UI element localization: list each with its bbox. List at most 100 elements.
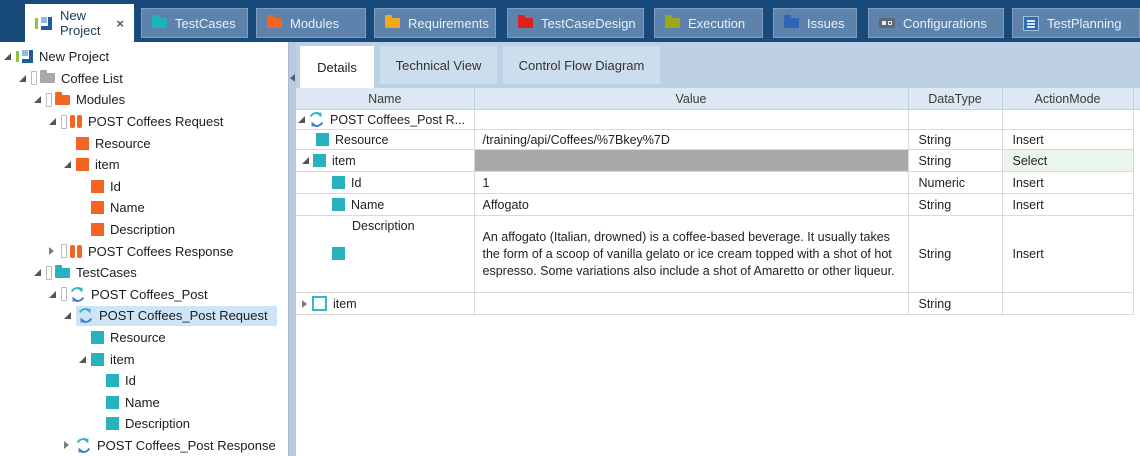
expander-open-icon[interactable] [49, 291, 56, 298]
expander-closed-icon[interactable] [49, 247, 54, 255]
cell-datatype[interactable]: String [909, 133, 1002, 147]
folder-icon [784, 18, 799, 28]
module-icon [70, 245, 82, 258]
cell-value[interactable]: /training/api/Coffees/%7Bkey%7D [475, 133, 908, 147]
expander-open-icon[interactable] [302, 157, 309, 164]
folder-icon [55, 95, 70, 105]
tree-item-resource[interactable]: Resource [0, 132, 288, 154]
tab-label: Configurations [903, 16, 987, 31]
table-row-item[interactable]: item String Select [296, 150, 1140, 172]
table-row-id[interactable]: Id 1 Numeric Insert [296, 172, 1140, 194]
project-tree: New Project Coffee List Modules POST Cof… [0, 42, 288, 456]
square-outline-icon [312, 296, 327, 311]
tab-label: Issues [807, 16, 845, 31]
handle-icon [61, 115, 67, 129]
cell-datatype[interactable]: String [909, 198, 1002, 212]
table-row-root[interactable]: POST Coffees_Post R... [296, 110, 1140, 130]
refresh-icon [76, 306, 95, 325]
cell-value[interactable]: 1 [475, 176, 908, 190]
tree-item-id-2[interactable]: Id [0, 370, 288, 392]
tab-configurations[interactable]: Configurations [868, 8, 1004, 38]
tab-issues[interactable]: Issues [773, 8, 857, 38]
table-row-name[interactable]: Name Affogato String Insert [296, 194, 1140, 216]
square-icon [91, 331, 104, 344]
tab-testcasedesign[interactable]: TestCaseDesign [507, 8, 644, 38]
column-header-value: Value [474, 88, 908, 110]
tree-item-description[interactable]: Description [0, 219, 288, 241]
square-icon [316, 133, 329, 146]
table-row-description[interactable]: Description An affogato (Italian, drowne… [296, 216, 1140, 293]
panel-splitter[interactable] [288, 42, 296, 456]
configurations-icon [879, 18, 895, 28]
cell-datatype[interactable]: Numeric [909, 176, 1002, 190]
tree-item-item[interactable]: item [0, 154, 288, 176]
handle-icon [46, 93, 52, 107]
expander-open-icon[interactable] [49, 118, 56, 125]
expander-open-icon[interactable] [34, 269, 41, 276]
tab-execution[interactable]: Execution [654, 8, 763, 38]
square-icon [91, 223, 104, 236]
tree-item-post-coffees-post-request[interactable]: POST Coffees_Post Request [0, 305, 288, 327]
expander-open-icon[interactable] [298, 116, 305, 123]
expander-open-icon[interactable] [64, 312, 71, 319]
expander-open-icon[interactable] [64, 161, 71, 168]
square-icon [332, 176, 345, 189]
tab-details[interactable]: Details [300, 46, 374, 88]
tree-item-name[interactable]: Name [0, 197, 288, 219]
square-icon [76, 158, 89, 171]
expander-open-icon[interactable] [4, 53, 11, 60]
cell-value[interactable]: An affogato (Italian, drowned) is a coff… [475, 225, 908, 284]
square-icon [106, 417, 119, 430]
expander-open-icon[interactable] [19, 75, 26, 82]
tab-label: New Project [60, 8, 102, 38]
expander-open-icon[interactable] [79, 356, 86, 363]
collapse-panel-icon[interactable] [290, 74, 295, 82]
tab-new-project[interactable]: New Project × [25, 4, 134, 42]
table-row-item-2[interactable]: item String [296, 293, 1140, 315]
handle-icon [61, 287, 67, 301]
tree-item-new-project[interactable]: New Project [0, 46, 288, 68]
cell-datatype[interactable]: String [909, 297, 1002, 311]
tab-technical-view[interactable]: Technical View [380, 46, 497, 84]
cell-actionmode[interactable]: Insert [1003, 133, 1133, 147]
tree-item-post-coffees-response[interactable]: POST Coffees Response [0, 240, 288, 262]
tab-requirements[interactable]: Requirements [374, 8, 496, 38]
cell-actionmode[interactable]: Insert [1003, 198, 1133, 212]
close-icon[interactable]: × [116, 16, 124, 31]
cell-actionmode[interactable]: Insert [1003, 176, 1133, 190]
cell-actionmode[interactable]: Insert [1003, 247, 1133, 261]
cell-name: item [333, 297, 357, 311]
tree-item-testcases[interactable]: TestCases [0, 262, 288, 284]
tree-item-post-coffees-post[interactable]: POST Coffees_Post [0, 284, 288, 306]
tab-label: TestCases [175, 16, 236, 31]
tree-item-id[interactable]: Id [0, 176, 288, 198]
tree-item-post-coffees-request[interactable]: POST Coffees Request [0, 111, 288, 133]
folder-icon [55, 268, 70, 278]
tab-modules[interactable]: Modules [256, 8, 366, 38]
tree-item-description-2[interactable]: Description [0, 413, 288, 435]
tree-item-coffee-list[interactable]: Coffee List [0, 68, 288, 90]
cell-value[interactable]: Affogato [475, 198, 908, 212]
cell-value-selected[interactable] [474, 150, 908, 172]
expander-closed-icon[interactable] [64, 441, 69, 449]
cell-datatype[interactable]: String [909, 154, 1002, 168]
table-row-resource[interactable]: Resource /training/api/Coffees/%7Bkey%7D… [296, 130, 1140, 150]
tab-control-flow-diagram[interactable]: Control Flow Diagram [503, 46, 660, 84]
tree-item-item-2[interactable]: item [0, 348, 288, 370]
expander-open-icon[interactable] [34, 96, 41, 103]
expander-closed-icon[interactable] [302, 300, 307, 308]
tab-testcases[interactable]: TestCases [141, 8, 248, 38]
cell-datatype[interactable]: String [909, 247, 1002, 261]
column-header-datatype: DataType [908, 88, 1002, 110]
tree-item-resource-2[interactable]: Resource [0, 327, 288, 349]
tree-item-name-2[interactable]: Name [0, 392, 288, 414]
square-icon [91, 353, 104, 366]
tab-testplanning[interactable]: TestPlanning [1012, 8, 1140, 38]
planning-icon [1023, 16, 1039, 31]
tree-item-modules[interactable]: Modules [0, 89, 288, 111]
selected-tree-row[interactable]: POST Coffees_Post Request [76, 306, 277, 326]
tree-item-post-coffees-post-response[interactable]: POST Coffees_Post Response [0, 435, 288, 456]
handle-icon [61, 244, 67, 258]
cell-actionmode[interactable]: Select [1003, 154, 1133, 168]
table-header-row: Name Value DataType ActionMode [296, 88, 1140, 110]
